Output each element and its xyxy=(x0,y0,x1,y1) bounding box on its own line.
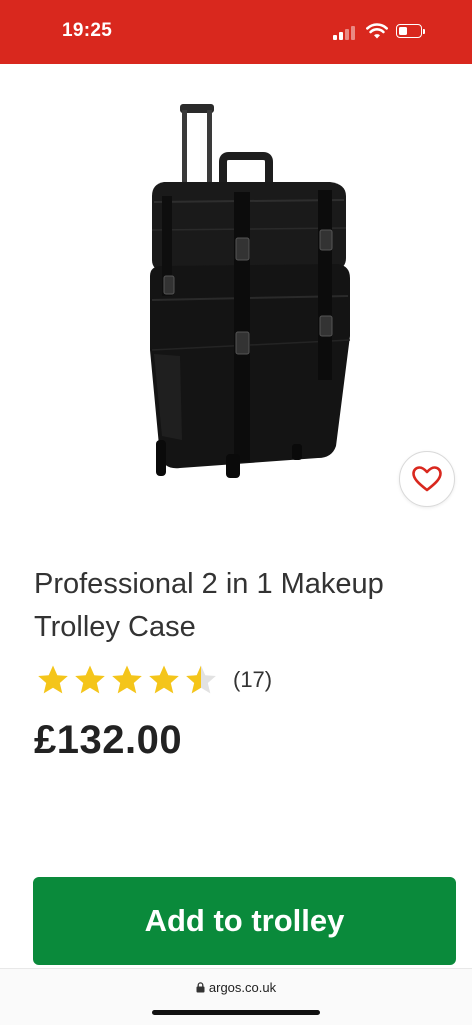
home-indicator[interactable] xyxy=(152,1010,320,1015)
star-icon xyxy=(38,665,68,694)
product-image[interactable] xyxy=(140,100,356,484)
star-icon xyxy=(112,665,142,694)
status-bar: 19:25 xyxy=(0,0,472,64)
star-rating[interactable]: (17) xyxy=(36,664,272,696)
cellular-signal-icon xyxy=(333,26,357,40)
product-title-line1: Professional 2 in 1 Makeup xyxy=(34,568,384,600)
product-price: £132.00 xyxy=(34,718,183,762)
half-star-icon xyxy=(186,665,216,694)
wifi-icon xyxy=(366,23,388,39)
star-icon xyxy=(75,665,105,694)
product-title-line2: Trolley Case xyxy=(34,611,196,643)
review-count[interactable]: (17) xyxy=(233,667,272,693)
url-display[interactable]: argos.co.uk xyxy=(0,980,472,995)
battery-icon xyxy=(396,24,426,40)
product-title: Professional 2 in 1 Makeup Trolley Case xyxy=(34,563,444,649)
star-icon xyxy=(149,665,179,694)
browser-url-bar[interactable]: argos.co.uk xyxy=(0,968,472,1025)
lock-icon xyxy=(196,982,205,993)
heart-icon xyxy=(412,466,442,492)
status-time: 19:25 xyxy=(62,20,113,41)
url-text: argos.co.uk xyxy=(208,980,277,995)
wishlist-button[interactable] xyxy=(399,451,455,507)
add-to-trolley-button[interactable]: Add to trolley xyxy=(33,877,456,965)
